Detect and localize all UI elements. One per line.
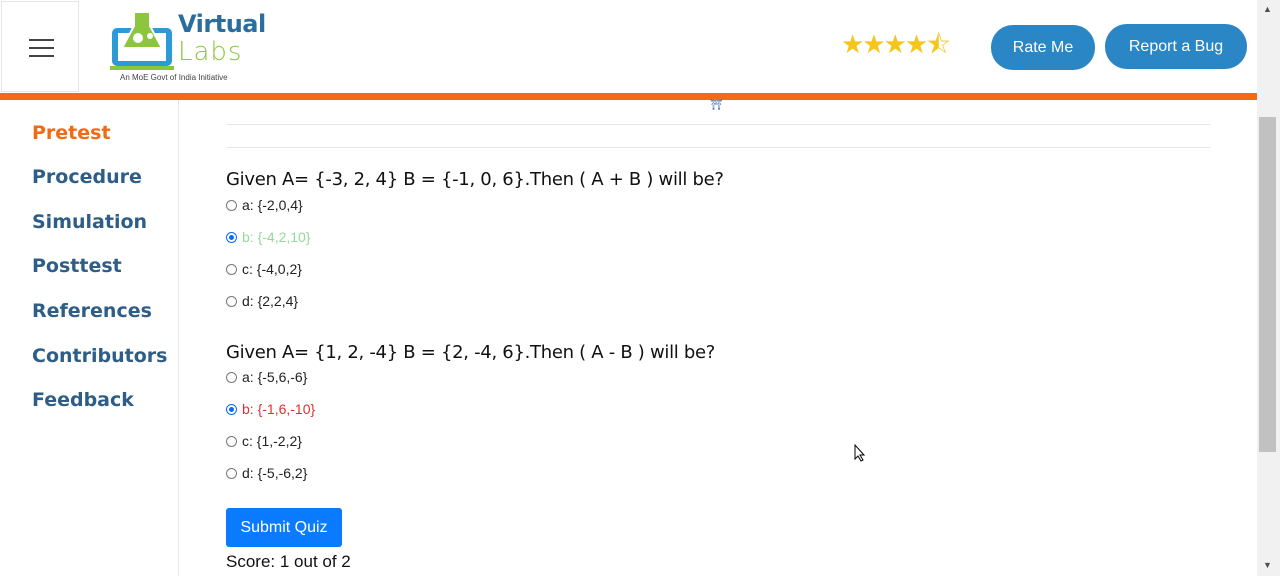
- radio-button[interactable]: [226, 199, 237, 211]
- rating-stars: ★★★★⯪: [841, 29, 951, 59]
- scroll-down-arrow-icon[interactable]: ▼: [1263, 560, 1272, 570]
- virtual-labs-logo[interactable]: Virtual Labs An MoE Govt of India Initia…: [108, 4, 266, 86]
- question-1-option-a[interactable]: a: {-2,0,4}: [226, 197, 303, 213]
- report-bug-button[interactable]: Report a Bug: [1105, 24, 1247, 69]
- option-label: b: {-1,6,-10}: [242, 401, 316, 417]
- radio-button[interactable]: [226, 403, 237, 415]
- question-2-text: Given A= {1, 2, -4} B = {2, -4, 6}.Then …: [226, 342, 716, 363]
- option-label: d: {-5,-6,2}: [242, 465, 308, 481]
- option-label: c: {-4,0,2}: [242, 261, 302, 277]
- sidebar-item-contributors[interactable]: Contributors: [32, 345, 167, 367]
- scroll-up-arrow-icon[interactable]: ▲: [1263, 4, 1272, 14]
- flask-icon: [110, 11, 174, 70]
- sidebar-item-procedure[interactable]: Procedure: [32, 166, 142, 188]
- option-label: b: {-4,2,10}: [242, 229, 311, 245]
- logo-tagline: An MoE Govt of India Initiative: [120, 73, 228, 82]
- sidebar-item-references[interactable]: References: [32, 300, 152, 322]
- emblem-icon: ⛩: [710, 100, 723, 111]
- question-1-option-b[interactable]: b: {-4,2,10}: [226, 229, 311, 245]
- radio-button[interactable]: [226, 435, 237, 447]
- option-label: a: {-5,6,-6}: [242, 369, 308, 385]
- question-2-option-a[interactable]: a: {-5,6,-6}: [226, 369, 307, 385]
- divider: [226, 124, 1210, 125]
- radio-button[interactable]: [226, 231, 237, 243]
- question-2-option-c[interactable]: c: {1,-2,2}: [226, 433, 302, 449]
- quiz-score: Score: 1 out of 2: [226, 552, 351, 571]
- radio-button[interactable]: [226, 263, 237, 275]
- logo-virtual-text: Virtual: [178, 10, 266, 38]
- option-label: c: {1,-2,2}: [242, 433, 302, 449]
- sidebar-item-simulation[interactable]: Simulation: [32, 211, 147, 233]
- option-label: a: {-2,0,4}: [242, 197, 303, 213]
- hamburger-icon: [29, 39, 54, 57]
- question-2-option-d[interactable]: d: {-5,-6,2}: [226, 465, 307, 481]
- menu-button[interactable]: [1, 1, 79, 92]
- sidebar: Pretest Procedure Simulation Posttest Re…: [0, 100, 179, 576]
- rate-me-button[interactable]: Rate Me: [991, 25, 1095, 70]
- question-1-option-d[interactable]: d: {2,2,4}: [226, 293, 298, 309]
- option-label: d: {2,2,4}: [242, 293, 299, 309]
- sidebar-item-pretest[interactable]: Pretest: [32, 122, 111, 144]
- question-1-option-c[interactable]: c: {-4,0,2}: [226, 261, 302, 277]
- submit-quiz-button[interactable]: Submit Quiz: [226, 508, 342, 547]
- sidebar-item-feedback[interactable]: Feedback: [32, 389, 134, 411]
- page-scrollbar[interactable]: ▲ ▼: [1257, 0, 1280, 576]
- header-divider: [0, 93, 1257, 100]
- scrollbar-thumb[interactable]: [1259, 117, 1276, 452]
- radio-button[interactable]: [226, 295, 237, 307]
- site-header: Virtual Labs An MoE Govt of India Initia…: [0, 0, 1257, 93]
- radio-button[interactable]: [226, 467, 237, 479]
- question-2-option-b[interactable]: b: {-1,6,-10}: [226, 401, 315, 417]
- logo-labs-text: Labs: [178, 37, 243, 67]
- sidebar-item-posttest[interactable]: Posttest: [32, 255, 122, 277]
- question-1-text: Given A= {-3, 2, 4} B = {-1, 0, 6}.Then …: [226, 169, 724, 190]
- divider: [226, 147, 1210, 148]
- radio-button[interactable]: [226, 371, 237, 383]
